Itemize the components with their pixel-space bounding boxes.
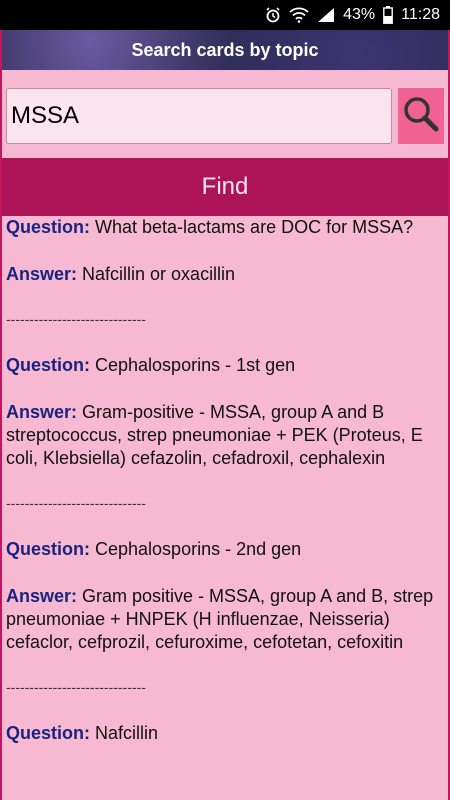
status-bar: 43% 11:28 [0,0,450,30]
separator: ------------------------------ [6,311,146,327]
find-button-label: Find [201,173,249,200]
search-icon [402,95,440,138]
card-answer: Answer: Gram positive - MSSA, group A an… [6,586,434,652]
search-row: MSSA [2,84,448,148]
results-list[interactable]: Question: What beta-lactams are DOC for … [2,216,448,745]
card-question: Question: Cephalosporins - 2nd gen [6,539,302,559]
spacer [2,70,448,84]
search-input[interactable]: MSSA [6,88,392,144]
header-bar: Search cards by topic [2,30,448,70]
card-question: Question: Cephalosporins - 1st gen [6,355,296,375]
find-button[interactable]: Find [2,158,448,216]
separator: ------------------------------ [6,679,146,695]
card-item: Question: Cephalosporins - 2nd gen Answe… [6,538,444,654]
app-frame: Search cards by topic MSSA Find Question… [0,30,450,800]
search-button[interactable] [398,88,444,144]
signal-icon [317,7,335,23]
page-title: Search cards by topic [131,39,319,60]
card-question: Question: Nafcillin [6,723,159,743]
search-input-value: MSSA [11,102,80,129]
wifi-icon [289,7,309,23]
battery-level: 43% [343,6,376,23]
clock-time: 11:28 [401,6,440,23]
card-item: Question: Cephalosporins - 1st gen Answe… [6,354,444,470]
alarm-icon [265,7,281,23]
card-answer: Answer: Gram-positive - MSSA, group A an… [6,402,423,468]
card-answer: Answer: Nafcillin or oxacillin [6,264,236,284]
battery-icon [383,6,394,24]
card-question: Question: What beta-lactams are DOC for … [6,217,414,237]
card-item: Question: Nafcillin [6,722,444,745]
card-item: Question: What beta-lactams are DOC for … [6,216,444,286]
separator: ------------------------------ [6,495,146,511]
